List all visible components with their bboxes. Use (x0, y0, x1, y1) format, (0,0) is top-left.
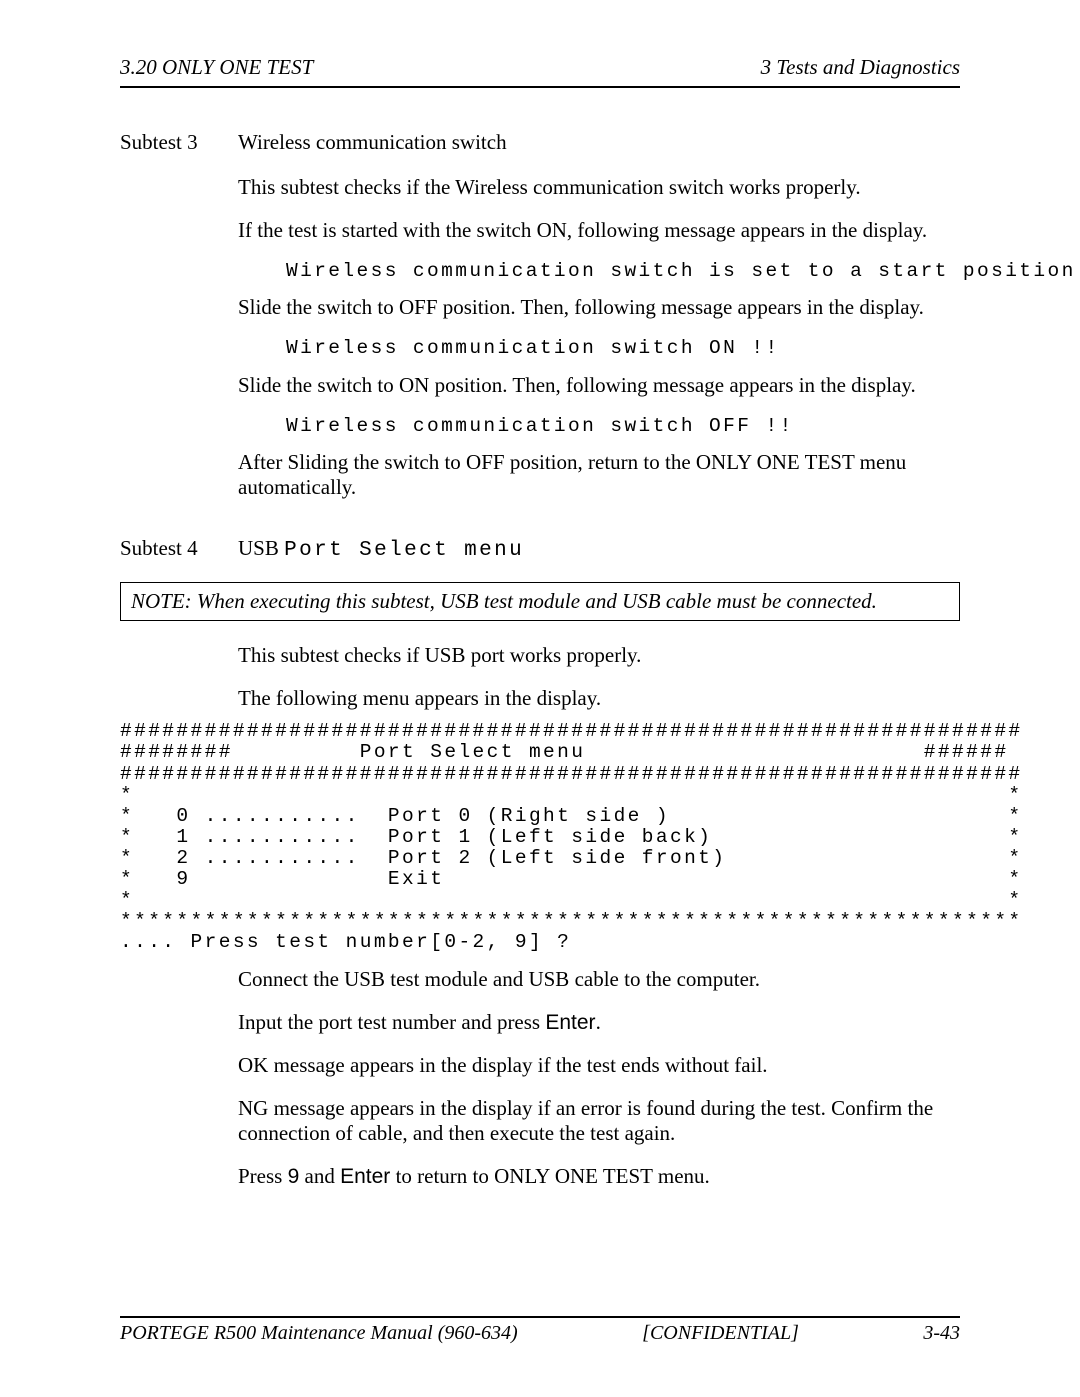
header-rule (120, 86, 960, 88)
subtest3-title: Wireless communication switch (238, 130, 960, 155)
subtest4-p3: Connect the USB test module and USB cabl… (238, 967, 960, 992)
enter-key-1: Enter (545, 1011, 595, 1034)
key-9: 9 (288, 1165, 300, 1188)
subtest3-code3: Wireless communication switch OFF !! (286, 416, 960, 436)
subtest3-code1: Wireless communication switch is set to … (286, 261, 960, 281)
port-select-menu: ########################################… (120, 721, 960, 953)
subtest3-heading: Subtest 3 Wireless communication switch (120, 130, 960, 155)
note-box: NOTE: When executing this subtest, USB t… (120, 582, 960, 621)
page-header: 3.20 ONLY ONE TEST 3 Tests and Diagnosti… (120, 55, 960, 80)
subtest3-p2: If the test is started with the switch O… (238, 218, 960, 243)
subtest3-p5: After Sliding the switch to OFF position… (238, 450, 960, 500)
subtest3-label: Subtest 3 (120, 130, 238, 155)
subtest4-title-prefix: USB (238, 536, 284, 560)
subtest4-p5: OK message appears in the display if the… (238, 1053, 960, 1078)
subtest3-p3: Slide the switch to OFF position. Then, … (238, 295, 960, 320)
subtest4-label: Subtest 4 (120, 536, 238, 562)
subtest4-p7-c: and (299, 1164, 340, 1188)
footer-center: [CONFIDENTIAL] (642, 1322, 799, 1345)
subtest4-p2: The following menu appears in the displa… (238, 686, 960, 711)
subtest4-p6: NG message appears in the display if an … (238, 1096, 960, 1146)
header-right: 3 Tests and Diagnostics (761, 55, 960, 80)
subtest4-p1: This subtest checks if USB port works pr… (238, 643, 960, 668)
subtest4-p7-e: to return to ONLY ONE TEST menu. (390, 1164, 709, 1188)
subtest3-p1: This subtest checks if the Wireless comm… (238, 175, 960, 200)
subtest3-code2: Wireless communication switch ON !! (286, 338, 960, 358)
subtest4-p4: Input the port test number and press Ent… (238, 1010, 960, 1035)
subtest4-title: USB Port Select menu (238, 536, 960, 562)
subtest4-p7-a: Press (238, 1164, 288, 1188)
footer-rule (120, 1316, 960, 1318)
header-left: 3.20 ONLY ONE TEST (120, 55, 313, 80)
subtest3-p4: Slide the switch to ON position. Then, f… (238, 373, 960, 398)
subtest4-p7: Press 9 and Enter to return to ONLY ONE … (238, 1164, 960, 1189)
footer-left: PORTEGE R500 Maintenance Manual (960-634… (120, 1322, 518, 1345)
footer-right: 3-43 (923, 1322, 960, 1345)
enter-key-2: Enter (340, 1165, 390, 1188)
subtest4-p4-a: Input the port test number and press (238, 1010, 545, 1034)
page: 3.20 ONLY ONE TEST 3 Tests and Diagnosti… (0, 0, 1080, 1397)
subtest4-title-mono: Port Select menu (284, 539, 524, 562)
subtest4-p4-c: . (596, 1010, 601, 1034)
page-footer: PORTEGE R500 Maintenance Manual (960-634… (120, 1316, 960, 1345)
subtest4-heading: Subtest 4 USB Port Select menu (120, 536, 960, 562)
